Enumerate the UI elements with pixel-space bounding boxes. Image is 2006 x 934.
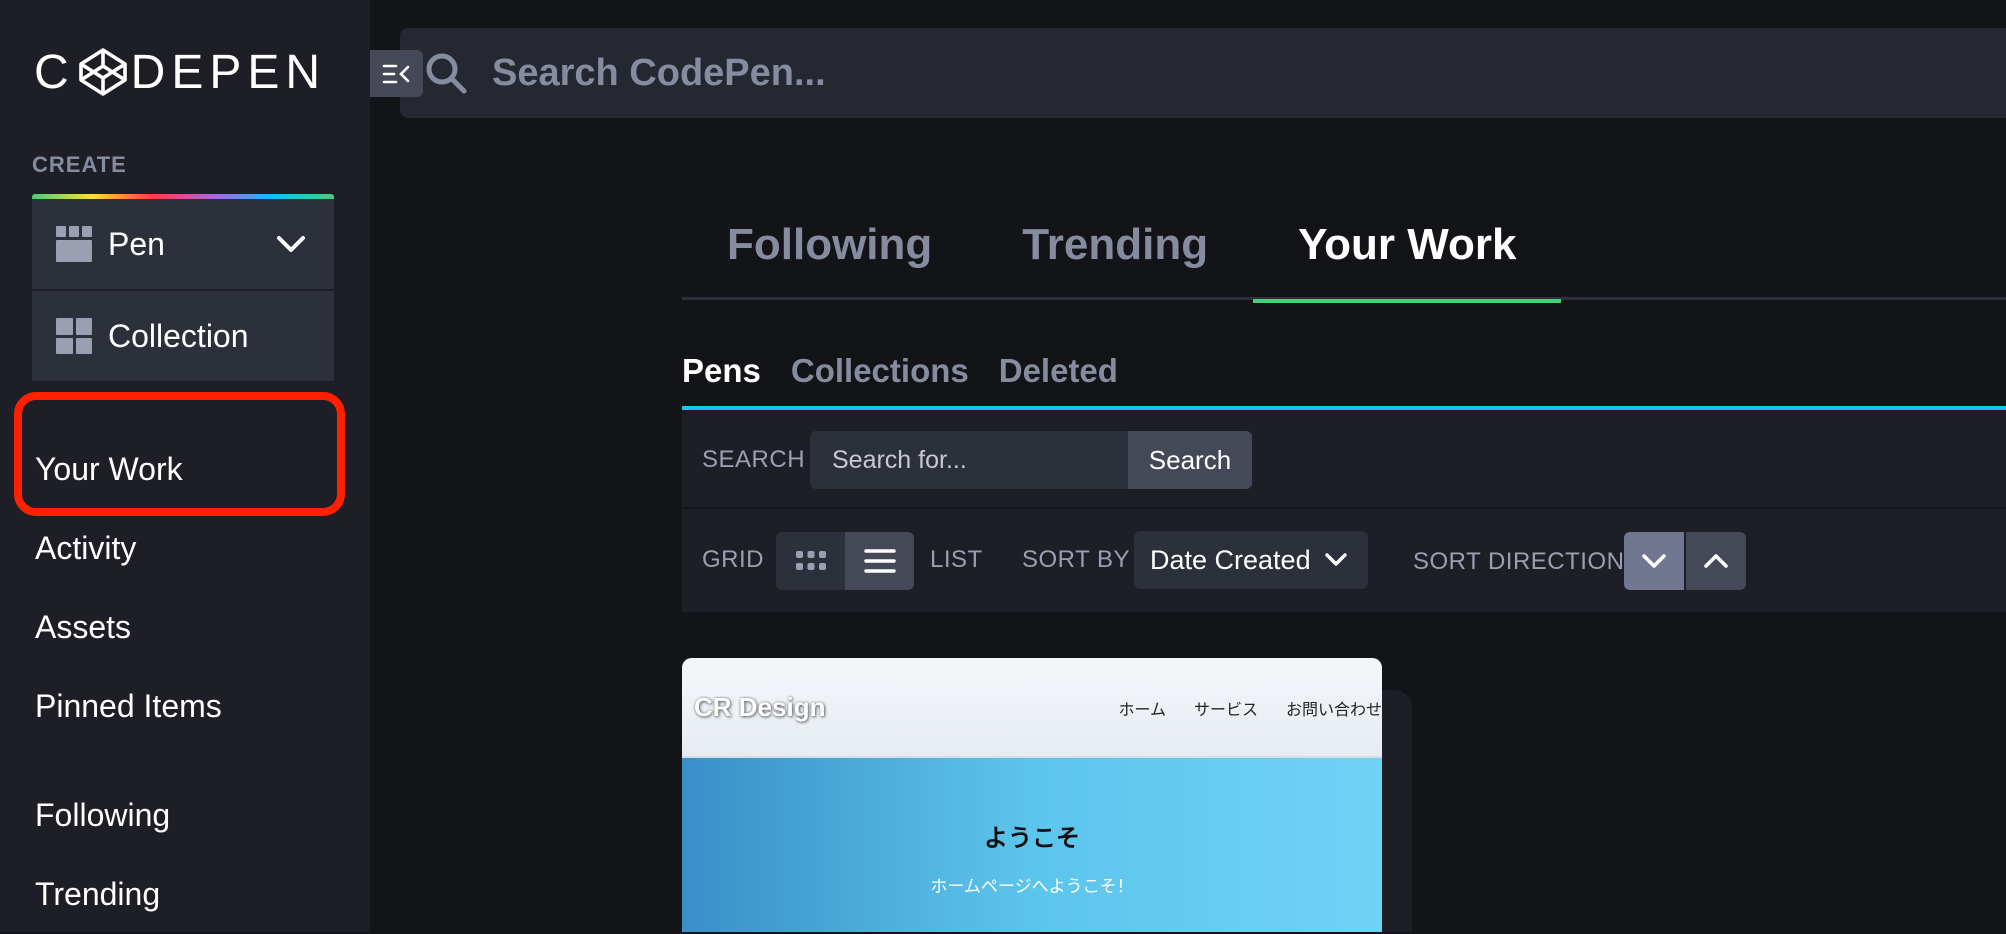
chevron-down-icon[interactable]	[276, 234, 306, 254]
sidebar-item-pinned-items[interactable]: Pinned Items	[35, 667, 222, 746]
chevron-down-icon	[1325, 553, 1347, 566]
list-view-button[interactable]	[845, 532, 914, 590]
highlight-annotation	[14, 392, 345, 516]
sidebar-item-activity[interactable]: Activity	[35, 509, 222, 588]
tab-your-work[interactable]: Your Work	[1253, 216, 1562, 303]
sort-ascending-button[interactable]	[1686, 532, 1746, 590]
sort-direction-toggle	[1624, 532, 1746, 590]
sort-by-value: Date Created	[1150, 544, 1311, 575]
main-tabs: Following Trending Your Work	[682, 216, 2006, 303]
subtab-collections[interactable]: Collections	[791, 352, 969, 408]
sort-by-label: SORT BY	[1022, 546, 1130, 573]
preview-header: CR Design ホーム サービス お問い合わせ	[682, 658, 1382, 758]
create-collection-label: Collection	[108, 317, 249, 354]
panel-divider	[682, 507, 2006, 509]
chevron-up-icon	[1704, 554, 1728, 568]
pen-card-preview[interactable]: CR Design ホーム サービス お問い合わせ ようこそ ホームページへよう…	[682, 658, 1382, 932]
preview-hero: ようこそ ホームページへようこそ！	[682, 758, 1382, 932]
search-button[interactable]: Search	[1128, 431, 1252, 489]
grid-view-button[interactable]	[776, 532, 845, 590]
preview-brand: CR Design	[694, 692, 826, 722]
list-lines-icon	[863, 549, 896, 573]
list-label: LIST	[930, 546, 983, 573]
sort-by-select[interactable]: Date Created	[1134, 531, 1368, 589]
search-label: SEARCH	[702, 446, 806, 473]
sort-descending-button[interactable]	[1624, 532, 1684, 590]
subtab-pens[interactable]: Pens	[682, 352, 761, 408]
view-toggle	[776, 532, 914, 590]
collapse-sidebar-icon	[382, 64, 409, 83]
chevron-down-icon	[1642, 554, 1666, 568]
create-pen-button[interactable]: Pen	[32, 199, 334, 289]
grid-label: GRID	[702, 546, 764, 573]
codepen-logo[interactable]: C DEPEN	[34, 44, 326, 100]
search-icon	[426, 53, 467, 94]
sub-tabs: Pens Collections Deleted	[682, 352, 2006, 408]
create-label: CREATE	[32, 152, 127, 177]
logo-text: DEPEN	[130, 45, 327, 99]
create-box: Pen Collection	[32, 194, 334, 381]
create-collection-button[interactable]: Collection	[32, 291, 334, 381]
logo-letter: C	[34, 45, 75, 99]
preview-welcome: ようこそ	[984, 824, 1080, 852]
tab-following[interactable]: Following	[682, 216, 977, 300]
tab-trending[interactable]: Trending	[977, 216, 1253, 300]
preview-nav-item: ホーム	[1118, 700, 1166, 719]
subtab-deleted[interactable]: Deleted	[999, 352, 1118, 408]
grid-dots-icon	[795, 551, 826, 570]
pen-search-input[interactable]	[810, 431, 1128, 489]
preview-nav-item: お問い合わせ	[1285, 700, 1382, 719]
create-pen-label: Pen	[108, 225, 165, 262]
sidebar: C DEPEN CREATE Pen Collection Your Work …	[0, 0, 370, 932]
preview-subtitle: ホームページへようこそ！	[930, 877, 1134, 897]
filter-panel: SEARCH Search GRID LIST SORT BY Date Cre…	[682, 410, 2006, 612]
sidebar-item-assets[interactable]: Assets	[35, 588, 222, 667]
preview-nav: ホーム サービス お問い合わせ	[1118, 696, 1382, 720]
collection-grid-icon	[56, 318, 92, 354]
sidebar-item-following[interactable]: Following	[35, 776, 222, 855]
sort-direction-label: SORT DIRECTION	[1413, 548, 1625, 575]
top-search-bar	[400, 28, 2006, 118]
pen-layout-icon	[56, 226, 92, 262]
codepen-cube-icon	[78, 48, 127, 96]
preview-nav-item: サービス	[1193, 700, 1258, 719]
global-search-input[interactable]	[492, 28, 1892, 118]
collapse-sidebar-button[interactable]	[370, 50, 423, 97]
sidebar-item-trending[interactable]: Trending	[35, 855, 222, 934]
